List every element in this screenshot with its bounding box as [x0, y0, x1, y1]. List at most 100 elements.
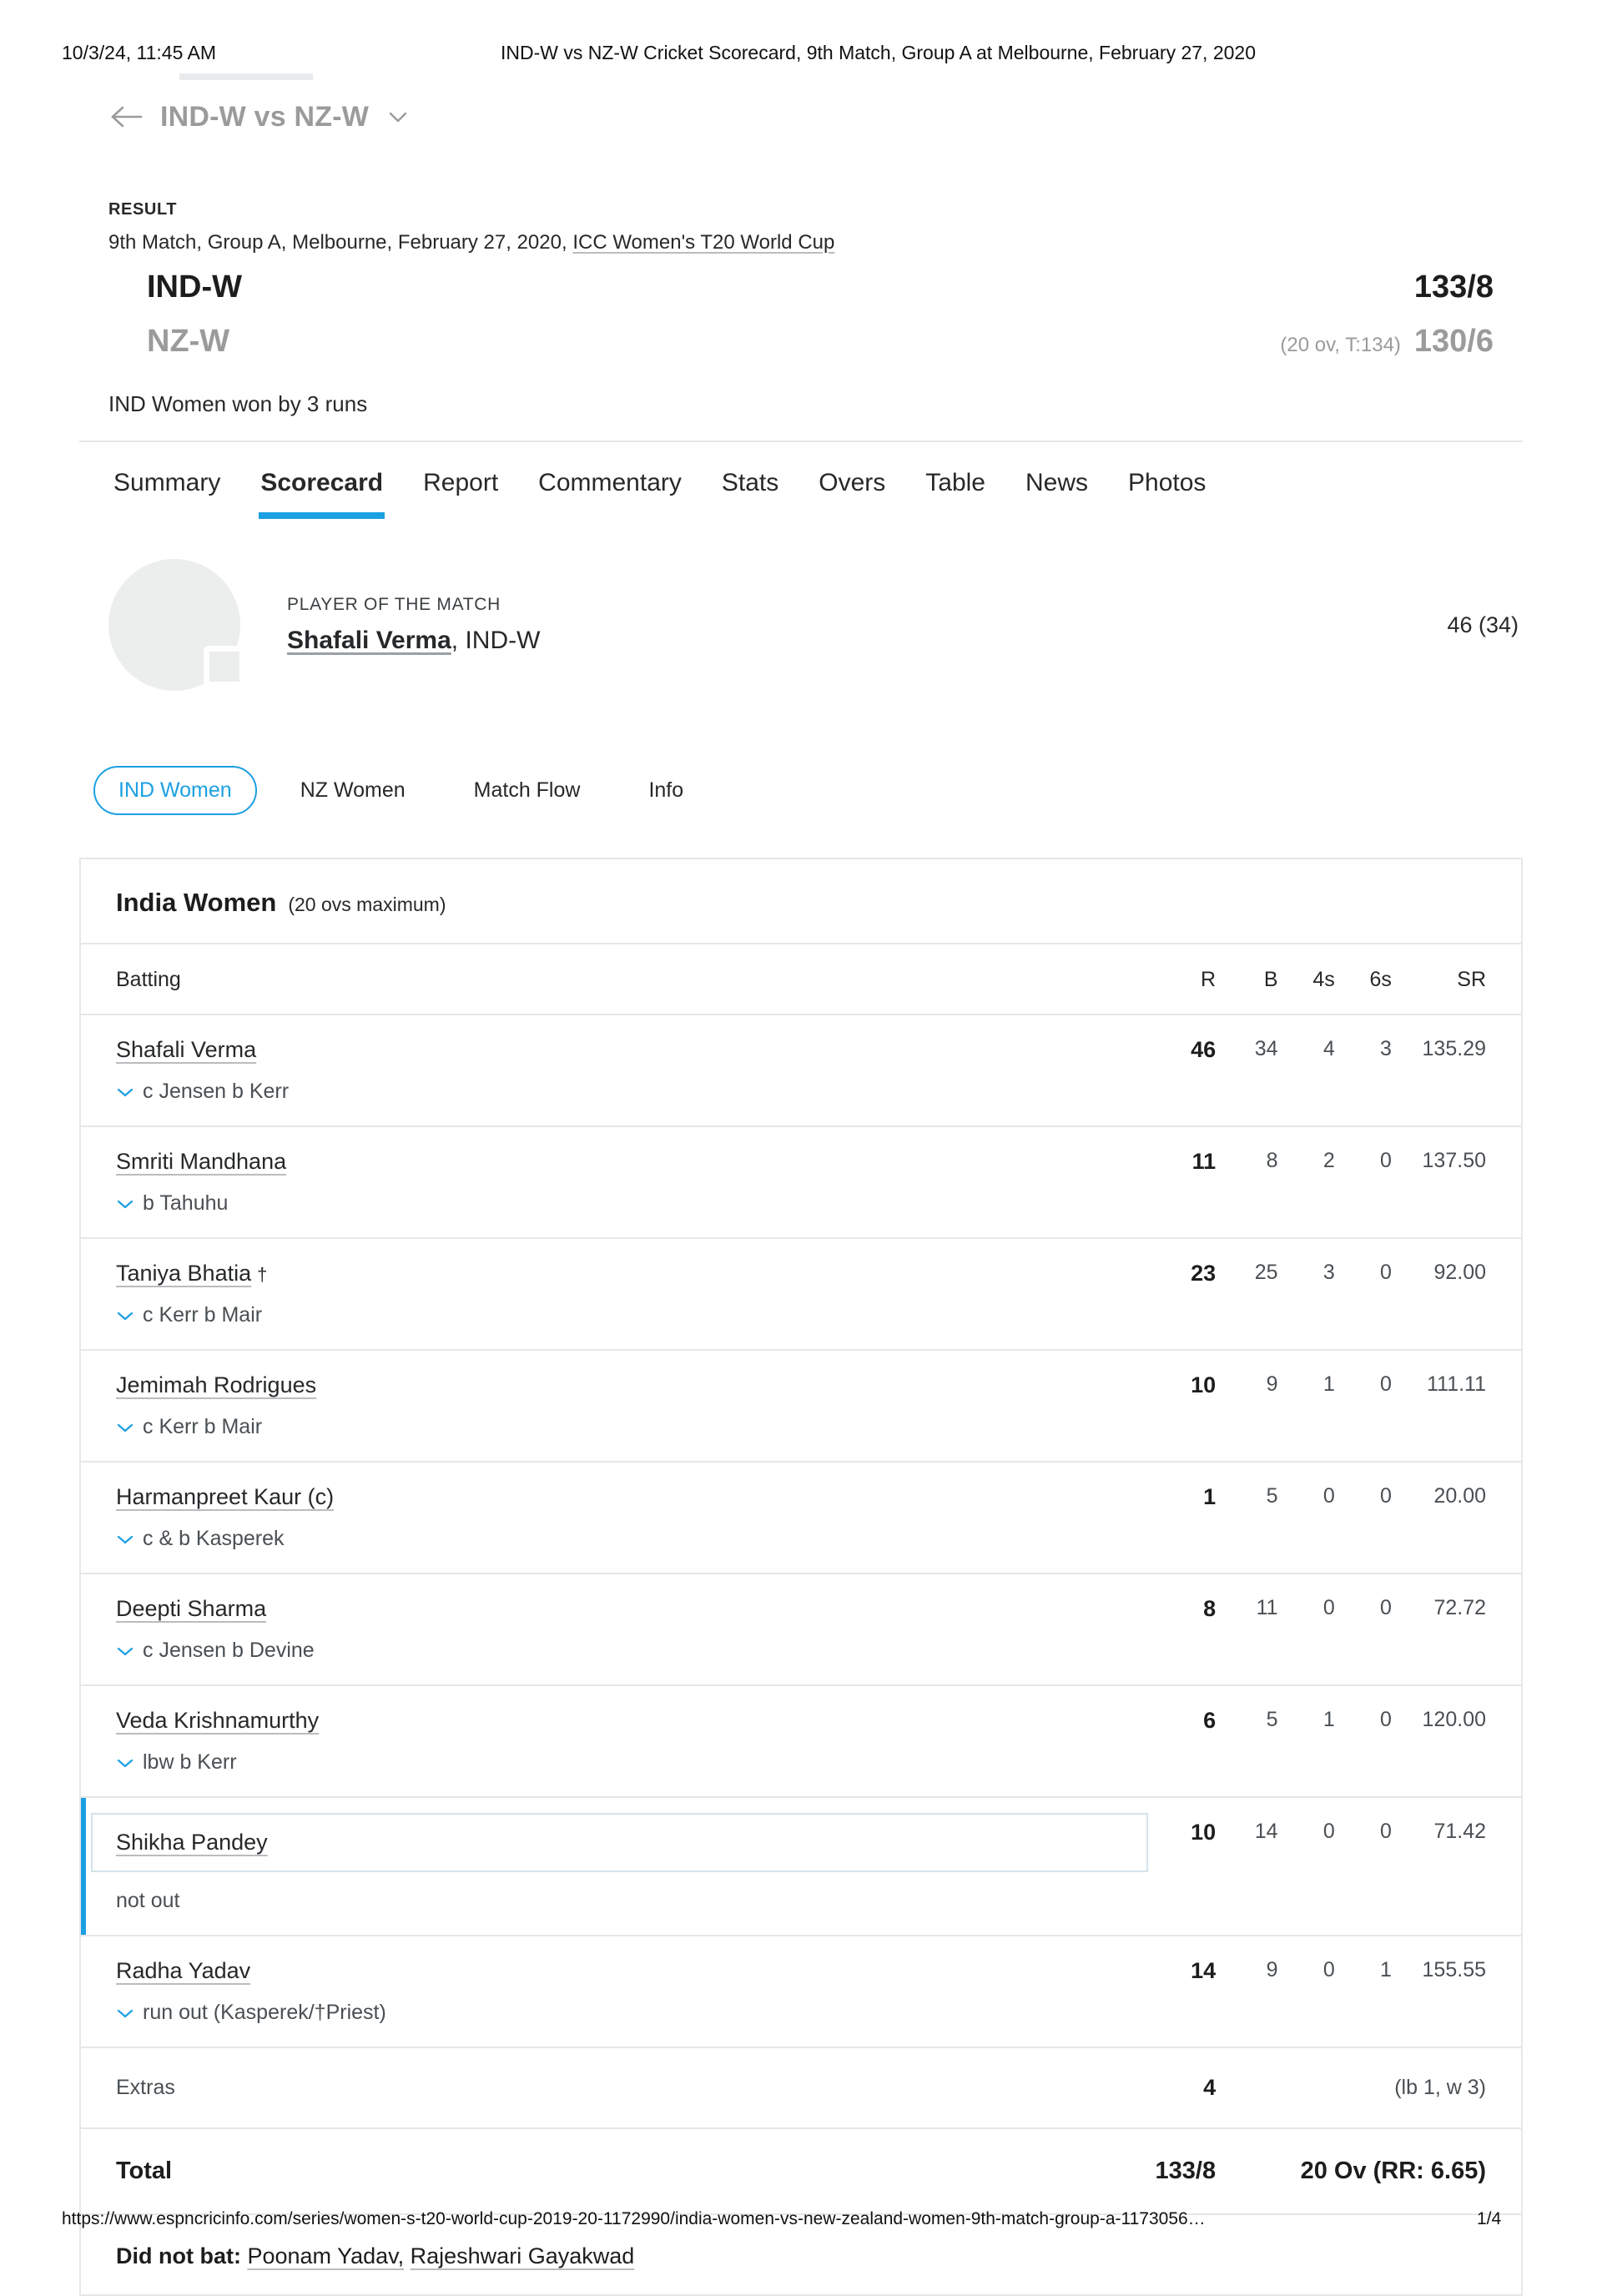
dismissal-row: not out [116, 1889, 1141, 1935]
header-ghost-strip [179, 73, 313, 80]
batter-strike-rate: 135.29 [1391, 1014, 1521, 1126]
batter-strike-rate: 92.00 [1391, 1237, 1521, 1350]
did-not-bat-player[interactable]: Rajeshwari Gayakwad [411, 2243, 635, 2268]
batter-fours: 0 [1277, 1935, 1335, 2047]
team-name: IND-W [147, 269, 242, 305]
tab-summary[interactable]: Summary [93, 469, 240, 519]
team-score: 130/6 [1413, 324, 1494, 359]
batter-name-link[interactable]: Harmanpreet Kaur (c) [116, 1484, 334, 1509]
batter-runs: 11 [1141, 1125, 1217, 1238]
table-row[interactable]: Veda Krishnamurthy lbw b Kerr 6 5 1 0 12… [81, 1684, 1521, 1797]
batter-balls: 11 [1216, 1573, 1278, 1685]
dismissal-row[interactable]: b Tahuhu [116, 1191, 1141, 1237]
dismissal-text: c Kerr b Mair [143, 1415, 263, 1438]
innings-overs-note: (20 ovs maximum) [288, 894, 446, 915]
batter-runs: 23 [1141, 1237, 1217, 1350]
table-row[interactable]: Shafali Verma c Jensen b Kerr 46 34 4 3 … [81, 1014, 1521, 1126]
focus-outline: Shikha Pandey [91, 1813, 1149, 1872]
table-row[interactable]: Radha Yadav run out (Kasperek/†Priest) 1… [81, 1935, 1521, 2047]
potm-team: , IND-W [451, 627, 541, 654]
table-row[interactable]: Taniya Bhatia † c Kerr b Mair 23 25 3 0 … [81, 1237, 1521, 1350]
table-row[interactable]: Deepti Sharma c Jensen b Devine 8 11 0 0… [81, 1573, 1521, 1685]
dismissal-row[interactable]: c Kerr b Mair [116, 1415, 1141, 1461]
did-not-bat-player[interactable]: Poonam Yadav, [247, 2243, 404, 2268]
batter-strike-rate: 137.50 [1391, 1125, 1521, 1238]
potm-player-link[interactable]: Shafali Verma [287, 627, 451, 654]
col-strike-rate: SR [1391, 943, 1521, 1015]
match-tabs: Summary Scorecard Report Commentary Stat… [93, 469, 1226, 519]
chevron-down-icon[interactable] [116, 1757, 134, 1769]
dismissal-row[interactable]: lbw b Kerr [116, 1750, 1141, 1796]
chevron-down-icon[interactable] [116, 2007, 134, 2019]
batter-fours: 1 [1277, 1349, 1335, 1462]
batter-sixes: 1 [1334, 1935, 1392, 2047]
batter-name-link[interactable]: Jemimah Rodrigues [116, 1372, 316, 1397]
tab-table[interactable]: Table [905, 469, 1005, 519]
batter-cell: Veda Krishnamurthy lbw b Kerr [81, 1684, 1142, 1797]
batter-name-link[interactable]: Radha Yadav [116, 1958, 250, 1983]
chevron-down-icon[interactable] [116, 1086, 134, 1098]
chevron-down-icon[interactable] [116, 1310, 134, 1322]
table-row[interactable]: Harmanpreet Kaur (c) c & b Kasperek 1 5 … [81, 1461, 1521, 1573]
result-block: RESULT 9th Match, Group A, Melbourne, Fe… [108, 200, 1494, 417]
batter-name-link[interactable]: Shikha Pandey [116, 1830, 268, 1855]
table-row[interactable]: Jemimah Rodrigues c Kerr b Mair 10 9 1 0… [81, 1349, 1521, 1462]
tab-stats[interactable]: Stats [702, 469, 798, 519]
chevron-down-icon[interactable] [116, 1422, 134, 1433]
total-label: Total [81, 2127, 1142, 2213]
col-batting: Batting [81, 943, 1142, 1015]
dismissal-text: c & b Kasperek [143, 1527, 285, 1550]
total-note: 20 Ov (RR: 6.65) [1216, 2127, 1521, 2213]
batter-name-link[interactable]: Smriti Mandhana [116, 1149, 286, 1174]
series-link[interactable]: ICC Women's T20 World Cup [572, 231, 834, 254]
player-of-the-match: PLAYER OF THE MATCH Shafali Verma, IND-W… [108, 559, 1519, 691]
dismissal-row[interactable]: c Jensen b Kerr [116, 1080, 1141, 1125]
footer-page-number: 1/4 [1477, 2209, 1502, 2228]
extras-label: Extras [81, 2047, 1142, 2128]
batter-cell: Deepti Sharma c Jensen b Devine [81, 1573, 1142, 1685]
batter-mark: † [257, 1264, 268, 1285]
batter-cell: Harmanpreet Kaur (c) c & b Kasperek [81, 1461, 1142, 1573]
batter-strike-rate: 111.11 [1391, 1349, 1521, 1462]
batter-sixes: 0 [1334, 1237, 1392, 1350]
batter-balls: 34 [1216, 1014, 1278, 1126]
potm-figure: 46 (34) [1447, 612, 1519, 637]
chevron-down-icon[interactable] [384, 108, 409, 125]
batter-name-link[interactable]: Deepti Sharma [116, 1596, 266, 1621]
print-header: 10/3/24, 11:45 AM IND-W vs NZ-W Cricket … [0, 40, 1602, 65]
batter-strike-rate: 155.55 [1391, 1935, 1521, 2047]
batter-runs: 10 [1141, 1796, 1217, 1936]
tab-commentary[interactable]: Commentary [518, 469, 702, 519]
tab-report[interactable]: Report [403, 469, 518, 519]
chevron-down-icon[interactable] [116, 1533, 134, 1545]
tab-overs[interactable]: Overs [798, 469, 905, 519]
col-sixes: 6s [1334, 943, 1392, 1015]
back-arrow-icon[interactable] [108, 100, 145, 133]
chevron-down-icon[interactable] [116, 1198, 134, 1210]
pill-ind-women[interactable]: IND Women [93, 766, 257, 815]
chevron-down-icon[interactable] [116, 1645, 134, 1657]
tab-scorecard[interactable]: Scorecard [240, 469, 403, 519]
batter-balls: 8 [1216, 1125, 1278, 1238]
tab-news[interactable]: News [1005, 469, 1108, 519]
dismissal-row[interactable]: run out (Kasperek/†Priest) [116, 2001, 1141, 2047]
batter-name-link[interactable]: Shafali Verma [116, 1037, 256, 1062]
footer-url: https://www.espncricinfo.com/series/wome… [62, 2209, 1206, 2228]
batter-name-link[interactable]: Veda Krishnamurthy [116, 1708, 319, 1733]
dismissal-text: c Jensen b Kerr [143, 1080, 290, 1103]
table-row[interactable]: Smriti Mandhana b Tahuhu 11 8 2 0 137.50 [81, 1125, 1521, 1238]
table-row-focused[interactable]: Shikha Pandey not out 10 14 0 0 71.42 [81, 1796, 1521, 1936]
dismissal-row[interactable]: c Jensen b Devine [116, 1639, 1141, 1684]
pill-match-flow[interactable]: Match Flow [449, 766, 606, 815]
dismissal-text: b Tahuhu [143, 1191, 229, 1215]
dismissal-row[interactable]: c Kerr b Mair [116, 1303, 1141, 1349]
pill-info[interactable]: Info [623, 766, 708, 815]
tab-photos[interactable]: Photos [1108, 469, 1226, 519]
pill-nz-women[interactable]: NZ Women [275, 766, 431, 815]
dismissal-text: c Kerr b Mair [143, 1303, 263, 1327]
batter-runs: 1 [1141, 1461, 1217, 1573]
match-navbar: IND-W vs NZ-W [108, 100, 409, 133]
batter-name-link[interactable]: Taniya Bhatia [116, 1261, 251, 1286]
dismissal-row[interactable]: c & b Kasperek [116, 1527, 1141, 1573]
team-row-away: NZ-W (20 ov, T:134) 130/6 [108, 324, 1494, 360]
